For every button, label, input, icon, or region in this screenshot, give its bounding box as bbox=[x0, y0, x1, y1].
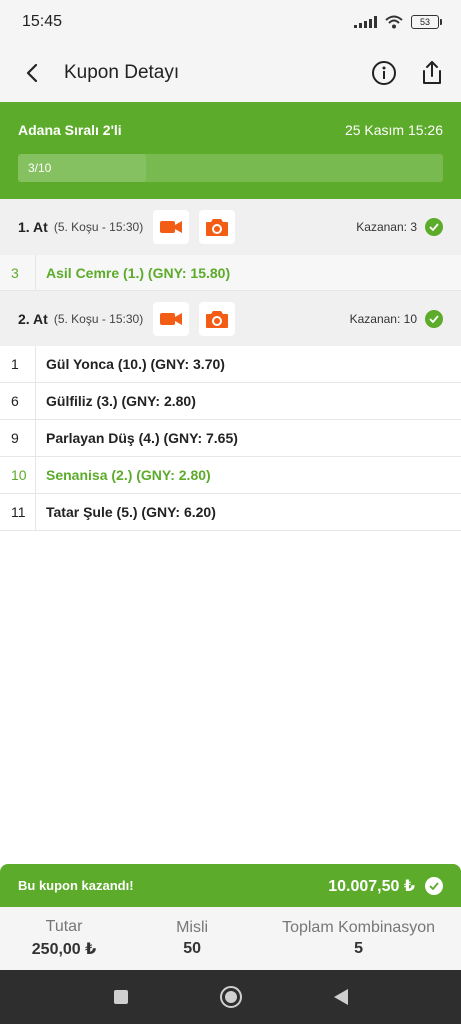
photo-button[interactable] bbox=[199, 210, 236, 244]
horse-number: 11 bbox=[0, 494, 36, 530]
status-bar: 15:45 53 bbox=[0, 0, 461, 44]
coupon-summary: Tutar 250,00 ₺ Misli 50 Toplam Kombinasy… bbox=[0, 907, 461, 970]
multiplier-label: Misli bbox=[176, 919, 209, 936]
square-icon bbox=[113, 990, 128, 1004]
list-item: 6 Gülfiliz (3.) (GNY: 2.80) bbox=[0, 383, 461, 420]
race-title: 1. At bbox=[18, 219, 48, 235]
win-bar: Bu kupon kazandı! 10.007,50 ₺ bbox=[0, 864, 461, 907]
winner-text: Kazanan: 10 bbox=[349, 312, 417, 326]
horse-name: Gül Yonca (10.) (GNY: 3.70) bbox=[46, 356, 225, 372]
stake-value: 250,00 ₺ bbox=[31, 941, 97, 958]
multiplier-value: 50 bbox=[183, 940, 201, 957]
battery-icon: 53 bbox=[411, 15, 442, 29]
circle-icon bbox=[219, 986, 242, 1008]
horse-name: Tatar Şule (5.) (GNY: 6.20) bbox=[46, 504, 216, 520]
info-icon[interactable] bbox=[371, 60, 397, 86]
share-icon[interactable] bbox=[421, 60, 443, 86]
coupon-name: Adana Sıralı 2'li bbox=[18, 122, 122, 138]
combinations-label: Toplam Kombinasyon bbox=[282, 919, 436, 936]
triangle-back-icon bbox=[333, 989, 348, 1005]
back-button[interactable] bbox=[18, 59, 46, 87]
camera-icon bbox=[206, 219, 229, 236]
camera-icon bbox=[206, 311, 229, 328]
video-button[interactable] bbox=[153, 210, 190, 244]
coupon-date: 25 Kasım 15:26 bbox=[344, 122, 443, 138]
list-item: 10 Senanisa (2.) (GNY: 2.80) bbox=[0, 457, 461, 494]
signal-icon bbox=[354, 16, 377, 28]
race-winner: Kazanan: 3 bbox=[356, 218, 443, 236]
list-item: 1 Gül Yonca (10.) (GNY: 3.70) bbox=[0, 346, 461, 383]
multiplier-col: Misli 50 bbox=[128, 907, 256, 970]
list-item: 9 Parlayan Düş (4.) (GNY: 7.65) bbox=[0, 420, 461, 457]
home-button[interactable] bbox=[219, 985, 243, 1009]
progress-text: 3/10 bbox=[28, 161, 52, 175]
progress-bar: 3/10 bbox=[18, 154, 443, 182]
horse-number: 9 bbox=[0, 420, 36, 456]
chevron-left-icon bbox=[26, 63, 38, 83]
race-subtitle: (5. Koşu - 15:30) bbox=[53, 312, 144, 326]
coupon-banner: Adana Sıralı 2'li 25 Kasım 15:26 3/10 bbox=[0, 102, 461, 199]
list-item: 3 Asil Cemre (1.) (GNY: 15.80) bbox=[0, 255, 461, 291]
list-item: 11 Tatar Şule (5.) (GNY: 6.20) bbox=[0, 494, 461, 531]
horse-name: Senanisa (2.) (GNY: 2.80) bbox=[46, 467, 211, 483]
check-icon bbox=[425, 218, 443, 236]
horse-name: Parlayan Düş (4.) (GNY: 7.65) bbox=[46, 430, 238, 446]
race-header-1: 1. At (5. Koşu - 15:30) Kazanan: 3 bbox=[0, 199, 461, 255]
horse-number: 10 bbox=[0, 457, 36, 493]
horse-name: Asil Cemre (1.) (GNY: 15.80) bbox=[46, 264, 231, 281]
combinations-value: 5 bbox=[354, 940, 364, 957]
race-title: 2. At bbox=[18, 311, 48, 327]
stake-label: Tutar bbox=[45, 918, 83, 935]
check-icon bbox=[425, 310, 443, 328]
status-time: 15:45 bbox=[22, 13, 63, 30]
video-camera-icon bbox=[160, 221, 183, 233]
stake-col: Tutar 250,00 ₺ bbox=[0, 907, 128, 970]
app-header: Kupon Detayı bbox=[0, 44, 461, 102]
video-camera-icon bbox=[160, 313, 183, 325]
horse-name: Gülfiliz (3.) (GNY: 2.80) bbox=[46, 393, 196, 409]
battery-level: 53 bbox=[419, 17, 430, 27]
status-icons: 53 bbox=[354, 15, 442, 29]
race-subtitle: (5. Koşu - 15:30) bbox=[53, 220, 144, 234]
combinations-col: Toplam Kombinasyon 5 bbox=[256, 907, 461, 970]
race-header-2: 2. At (5. Koşu - 15:30) Kazanan: 10 bbox=[0, 291, 461, 347]
header-actions bbox=[371, 60, 443, 86]
winner-text: Kazanan: 3 bbox=[356, 220, 417, 234]
horse-number: 1 bbox=[0, 346, 36, 382]
win-message: Bu kupon kazandı! bbox=[18, 878, 134, 893]
photo-button[interactable] bbox=[199, 302, 236, 336]
video-button[interactable] bbox=[153, 302, 190, 336]
page-title: Kupon Detayı bbox=[64, 62, 180, 83]
recents-button[interactable] bbox=[109, 985, 133, 1009]
check-icon bbox=[425, 876, 443, 895]
back-nav-button[interactable] bbox=[329, 985, 353, 1009]
horse-number: 3 bbox=[0, 255, 36, 290]
horse-number: 6 bbox=[0, 383, 36, 419]
win-amount: 10.007,50 ₺ bbox=[328, 877, 415, 895]
race-winner: Kazanan: 10 bbox=[350, 310, 443, 328]
wifi-icon bbox=[385, 15, 403, 29]
system-nav-bar bbox=[0, 970, 461, 1024]
